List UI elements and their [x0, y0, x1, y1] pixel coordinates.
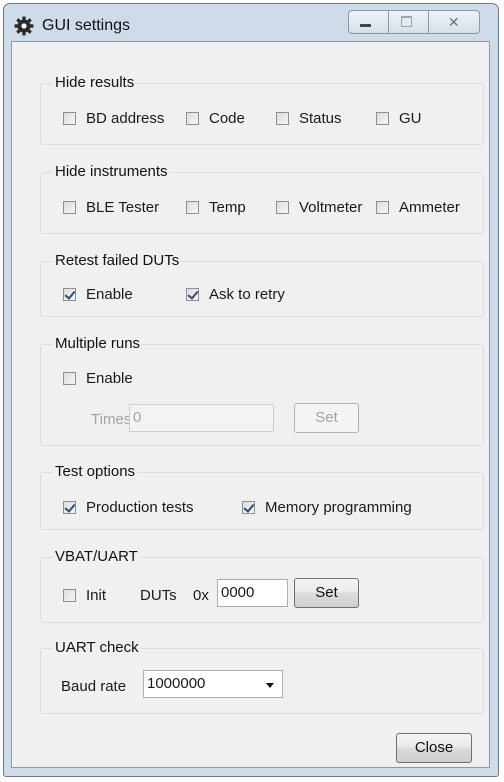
checkbox-box[interactable]: [276, 201, 289, 214]
window-title: GUI settings: [42, 17, 131, 34]
chevron-down-icon[interactable]: [266, 683, 274, 688]
checkbox-box[interactable]: [63, 201, 76, 214]
test-options-group: Test options Production tests Memory pro…: [40, 463, 484, 530]
baud-rate-value: 1000000: [147, 675, 206, 692]
checkbox-box[interactable]: [63, 112, 76, 125]
checkbox-box[interactable]: [242, 501, 255, 514]
checkbox-label: Ammeter: [399, 199, 460, 216]
checkbox-label: Ask to retry: [209, 286, 285, 303]
baud-rate-label: Baud rate: [61, 678, 127, 695]
checkbox-voltmeter[interactable]: Voltmeter: [276, 199, 362, 216]
checkbox-label: Code: [209, 110, 245, 127]
checkbox-box[interactable]: [276, 112, 289, 125]
client-area: Hide results BD address Code Status GU H…: [11, 41, 490, 768]
close-window-button[interactable]: ✕: [429, 11, 479, 33]
duts-label: DUTs: [140, 587, 177, 604]
checkbox-ble-tester[interactable]: BLE Tester: [63, 199, 159, 216]
gear-icon: [14, 16, 34, 36]
checkbox-label: Enable: [86, 370, 133, 387]
baud-rate-select[interactable]: 1000000: [143, 670, 283, 698]
times-set-button[interactable]: Set: [294, 403, 359, 433]
hide-instruments-title: Hide instruments: [53, 163, 170, 180]
checkbox-label: Voltmeter: [299, 199, 363, 216]
checkbox-box[interactable]: [186, 112, 199, 125]
checkbox-label: Memory programming: [265, 499, 412, 516]
checkbox-label: Production tests: [86, 499, 194, 516]
checkbox-box[interactable]: [186, 288, 199, 301]
checkbox-ammeter[interactable]: Ammeter: [376, 199, 460, 216]
close-button[interactable]: Close: [396, 733, 472, 763]
checkbox-retest-enable[interactable]: Enable: [63, 286, 133, 303]
checkbox-init[interactable]: Init: [63, 587, 106, 604]
checkbox-gu[interactable]: GU: [376, 110, 422, 127]
close-icon: ✕: [447, 14, 460, 30]
checkbox-label: Status: [299, 110, 342, 127]
checkbox-label: Init: [86, 587, 107, 604]
hide-results-title: Hide results: [53, 74, 137, 91]
retest-title: Retest failed DUTs: [53, 252, 182, 269]
checkbox-ask-to-retry[interactable]: Ask to retry: [186, 286, 285, 303]
checkbox-label: GU: [399, 110, 422, 127]
checkbox-multiple-enable[interactable]: Enable: [63, 370, 133, 387]
checkbox-code[interactable]: Code: [186, 110, 245, 127]
settings-window: GUI settings ✕ Hide results BD address C…: [3, 3, 499, 777]
checkbox-box[interactable]: [376, 112, 389, 125]
vbat-uart-group: VBAT/UART Init DUTs 0x 0000 Set: [40, 548, 484, 623]
checkbox-box[interactable]: [376, 201, 389, 214]
vbat-uart-title: VBAT/UART: [53, 548, 140, 565]
hex-prefix: 0x: [193, 587, 209, 604]
checkbox-label: BD address: [86, 110, 165, 127]
checkbox-label: Enable: [86, 286, 133, 303]
checkbox-memory-programming[interactable]: Memory programming: [242, 499, 412, 516]
test-options-title: Test options: [53, 463, 138, 480]
checkbox-label: Temp: [209, 199, 246, 216]
title-bar[interactable]: GUI settings ✕: [4, 4, 498, 42]
retest-group: Retest failed DUTs Enable Ask to retry: [40, 252, 484, 317]
uart-check-title: UART check: [53, 639, 141, 656]
vbat-set-button[interactable]: Set: [294, 578, 359, 608]
maximize-button[interactable]: [389, 11, 429, 33]
checkbox-production-tests[interactable]: Production tests: [63, 499, 194, 516]
caption-buttons: ✕: [348, 10, 480, 34]
checkbox-box[interactable]: [186, 201, 199, 214]
checkbox-box[interactable]: [63, 589, 76, 602]
checkbox-box[interactable]: [63, 501, 76, 514]
duts-input[interactable]: 0000: [217, 579, 288, 607]
multiple-runs-group: Multiple runs Enable Times 0 Set: [40, 335, 484, 446]
checkbox-status[interactable]: Status: [276, 110, 342, 127]
uart-check-group: UART check Baud rate 1000000: [40, 639, 484, 714]
checkbox-temp[interactable]: Temp: [186, 199, 246, 216]
checkbox-box[interactable]: [63, 288, 76, 301]
times-label: Times: [91, 411, 132, 428]
checkbox-label: BLE Tester: [86, 199, 160, 216]
hide-results-group: Hide results BD address Code Status GU: [40, 74, 484, 145]
multiple-runs-title: Multiple runs: [53, 335, 143, 352]
checkbox-box[interactable]: [63, 372, 76, 385]
checkbox-bd-address[interactable]: BD address: [63, 110, 164, 127]
minimize-button[interactable]: [349, 11, 389, 33]
hide-instruments-group: Hide instruments BLE Tester Temp Voltmet…: [40, 163, 484, 234]
times-input[interactable]: 0: [129, 404, 274, 432]
